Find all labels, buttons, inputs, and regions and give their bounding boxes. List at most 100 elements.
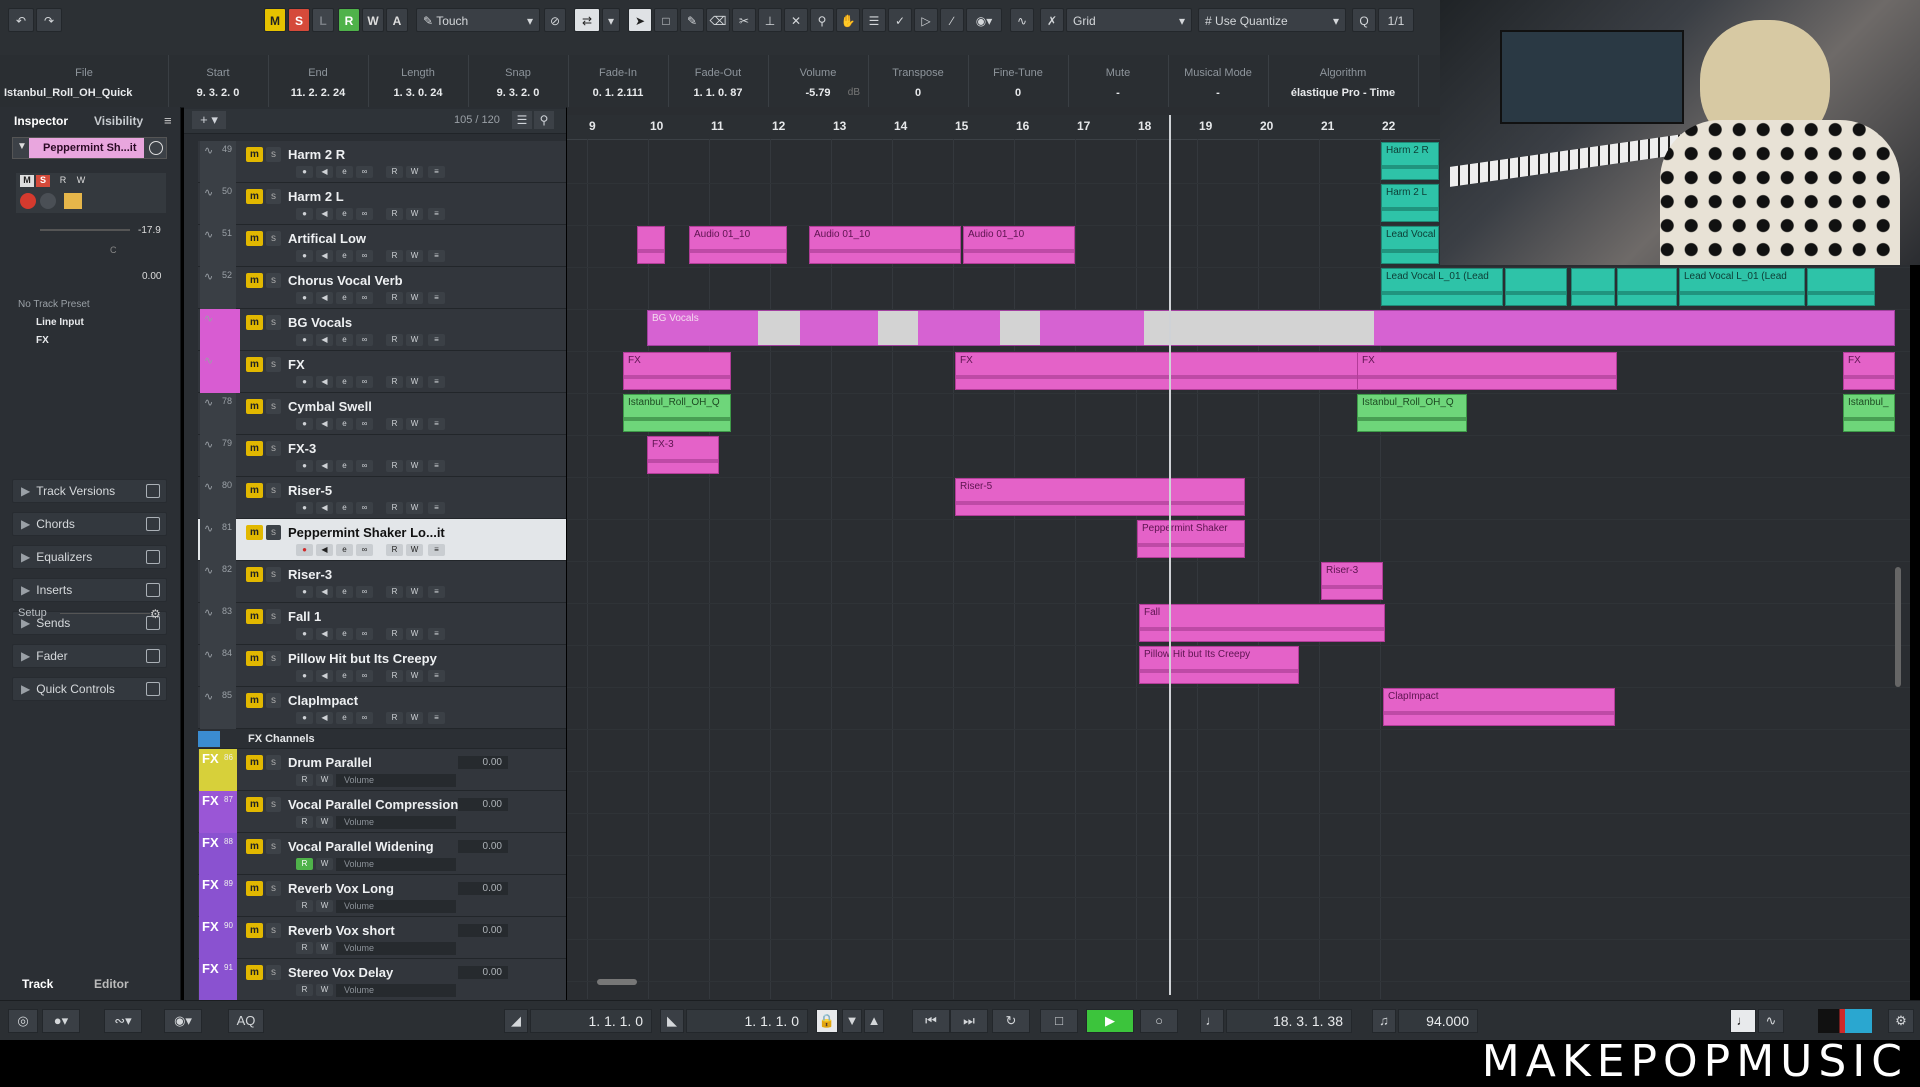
lanes-icon[interactable]: ≡ (428, 712, 445, 724)
info-value[interactable]: - (1168, 87, 1268, 99)
vertical-scrollbar[interactable] (1895, 567, 1901, 687)
track-mute-button[interactable]: m (246, 609, 263, 624)
lanes-icon[interactable]: ≡ (428, 460, 445, 472)
write-icon[interactable]: W (406, 670, 423, 682)
audio-event[interactable]: Audio 01_10 (963, 226, 1075, 264)
edit-icon[interactable]: e (336, 628, 353, 640)
automation-parameter[interactable]: Volume (336, 816, 456, 829)
monitor-icon[interactable]: ◀ (316, 586, 333, 598)
inspector-section-chords[interactable]: ▶ Chords (12, 512, 167, 536)
record-enable-icon[interactable]: ● (296, 208, 313, 220)
write-button[interactable]: W (74, 175, 88, 187)
track-solo-button[interactable]: s (266, 357, 281, 372)
info-column[interactable]: Length 1. 3. 0. 24 (368, 55, 469, 107)
info-column[interactable]: Snap 9. 3. 2. 0 (468, 55, 569, 107)
lanes-icon[interactable]: ≡ (428, 292, 445, 304)
metronome-icon[interactable]: ♩ (1200, 1009, 1224, 1033)
channel-volume[interactable]: 0.00 (458, 798, 508, 811)
left-locator-icon[interactable]: ◢ (504, 1009, 528, 1033)
track-mute-button[interactable]: m (246, 839, 263, 854)
automation-parameter[interactable]: Volume (336, 774, 456, 787)
cycle-icon[interactable]: ↻ (992, 1009, 1030, 1033)
info-value[interactable]: 1. 1. 0. 87 (668, 87, 768, 99)
audio-event[interactable]: FX (623, 352, 731, 390)
section-icon[interactable] (146, 484, 160, 498)
write-icon[interactable]: W (406, 334, 423, 346)
track-solo-button[interactable]: s (266, 231, 281, 246)
inspector-section-track-versions[interactable]: ▶ Track Versions (12, 479, 167, 503)
record-enable-icon[interactable]: ● (296, 670, 313, 682)
info-value[interactable]: 11. 2. 2. 24 (268, 87, 368, 99)
channel-volume[interactable]: 0.00 (458, 882, 508, 895)
read-icon[interactable]: R (386, 586, 403, 598)
audio-event[interactable]: Audio 01_10 (689, 226, 787, 264)
menu-icon[interactable]: ≡ (164, 113, 172, 128)
zoom-tool-icon[interactable]: ⚲ (810, 8, 834, 32)
comp-tool-icon[interactable]: ☰ (862, 8, 886, 32)
redo-icon[interactable]: ↷ (36, 8, 62, 32)
edit-icon[interactable]: e (336, 376, 353, 388)
track-mute-button[interactable]: m (246, 231, 263, 246)
link-icon[interactable]: ∞ (356, 334, 373, 346)
lanes-icon[interactable]: ≡ (428, 376, 445, 388)
channel-volume[interactable]: 0.00 (458, 966, 508, 979)
color-tool-icon[interactable]: ◉▾ (966, 8, 1002, 32)
undo-icon[interactable]: ↶ (8, 8, 34, 32)
audio-event[interactable]: Harm 2 L (1381, 184, 1439, 222)
line-tool-icon[interactable]: ∕ (940, 8, 964, 32)
write-icon[interactable]: W (406, 586, 423, 598)
playhead-cursor[interactable] (1169, 115, 1171, 995)
tab-track[interactable]: Track (22, 977, 53, 991)
audio-event[interactable]: Lead Vocal L_01 (Lead (1381, 268, 1503, 306)
link-icon[interactable]: ∞ (356, 544, 373, 556)
mute-tool-icon[interactable]: ✕ (784, 8, 808, 32)
track-mute-button[interactable]: m (246, 399, 263, 414)
track-name[interactable]: Reverb Vox Long (288, 881, 394, 896)
track-name[interactable]: FX-3 (288, 441, 316, 456)
fx-channel-row[interactable]: FX91msStereo Vox Delay0.00RWe∞Volume (198, 959, 566, 1001)
object-selection-tool-icon[interactable]: ➤ (628, 8, 652, 32)
track-row[interactable]: 50 m s Harm 2 L ● ◀ e ∞ R W ≡ ∿ (198, 183, 566, 225)
quantize-preset-value[interactable]: 1/1 (1378, 8, 1414, 32)
section-icon[interactable] (146, 649, 160, 663)
track-row[interactable]: m s FX ● ◀ e ∞ R W ≡ ∿ (198, 351, 566, 393)
track-solo-button[interactable]: s (266, 651, 281, 666)
lanes-icon[interactable]: ≡ (428, 502, 445, 514)
record-enable-icon[interactable]: ● (296, 586, 313, 598)
audio-event[interactable] (1807, 268, 1875, 306)
record-mode-icon[interactable]: ◎ (8, 1009, 38, 1033)
track-row[interactable]: 82 m s Riser-3 ● ◀ e ∞ R W ≡ ∿ (198, 561, 566, 603)
track-name[interactable]: Peppermint Shaker Lo...it (288, 525, 445, 540)
volume-slider[interactable] (40, 229, 130, 231)
monitor-icon[interactable]: ◀ (316, 250, 333, 262)
track-row[interactable]: 79 m s FX-3 ● ◀ e ∞ R W ≡ ∿ (198, 435, 566, 477)
fx-channels-folder[interactable]: FX Channels (198, 729, 566, 749)
record-enable-icon[interactable]: ● (296, 502, 313, 514)
automation-parameter[interactable]: Volume (336, 900, 456, 913)
info-column[interactable]: Mute - (1068, 55, 1169, 107)
info-column[interactable]: Fade-Out 1. 1. 0. 87 (668, 55, 769, 107)
monitor-icon[interactable]: ◀ (316, 628, 333, 640)
read-icon[interactable]: R (296, 984, 313, 996)
monitor-icon[interactable] (40, 193, 56, 209)
sync-icon[interactable]: ∿ (1758, 1009, 1784, 1033)
monitor-icon[interactable]: ◀ (316, 292, 333, 304)
track-solo-button[interactable]: s (266, 315, 281, 330)
write-icon[interactable]: W (406, 250, 423, 262)
inspector-section-inserts[interactable]: ▶ Inserts (12, 578, 167, 602)
track-mute-button[interactable]: m (246, 755, 263, 770)
read-icon[interactable]: R (386, 418, 403, 430)
read-icon[interactable]: R (296, 942, 313, 954)
search-icon[interactable]: ⚲ (534, 111, 554, 129)
edit-icon[interactable]: e (336, 502, 353, 514)
track-row[interactable]: 84 m s Pillow Hit but Its Creepy ● ◀ e ∞ R W ≡ ∿ (198, 645, 566, 687)
snap-on-icon[interactable]: ✗ (1040, 8, 1064, 32)
audio-event[interactable]: FX (955, 352, 1365, 390)
track-solo-button[interactable]: s (266, 567, 281, 582)
section-icon[interactable] (146, 682, 160, 696)
mute-global-button[interactable]: M (264, 8, 286, 32)
solo-global-button[interactable]: S (288, 8, 310, 32)
track-name[interactable]: Cymbal Swell (288, 399, 372, 414)
track-mute-button[interactable]: m (246, 441, 263, 456)
read-icon[interactable]: R (386, 628, 403, 640)
